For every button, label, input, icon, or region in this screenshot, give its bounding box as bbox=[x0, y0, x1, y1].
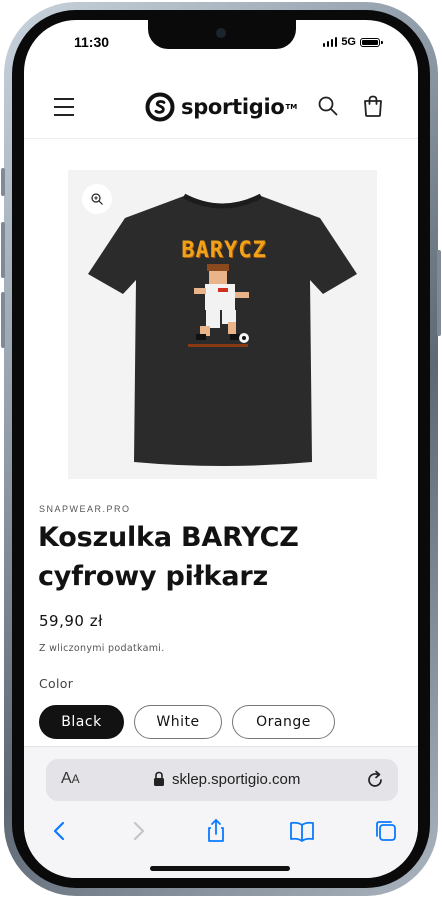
volume-down-button bbox=[1, 292, 5, 348]
camera-icon bbox=[216, 28, 226, 38]
home-indicator[interactable] bbox=[150, 866, 290, 871]
reload-icon[interactable] bbox=[364, 769, 386, 791]
bookmarks-icon[interactable] bbox=[288, 817, 316, 845]
power-button bbox=[437, 250, 441, 336]
lock-icon bbox=[154, 771, 164, 786]
product-vendor: SNAPWEAR.PRO bbox=[39, 504, 131, 514]
logo-trademark: TM bbox=[285, 103, 298, 111]
page-settings-button[interactable]: AA bbox=[61, 770, 80, 788]
color-option-black[interactable]: Black bbox=[39, 705, 124, 739]
site-logo[interactable]: sportigio TM bbox=[145, 92, 297, 122]
battery-icon bbox=[360, 37, 383, 47]
menu-icon[interactable] bbox=[54, 98, 74, 116]
tax-note: Z wliczonymi podatkami. bbox=[39, 643, 165, 654]
notch bbox=[148, 20, 296, 49]
logo-text: sportigio bbox=[181, 95, 285, 119]
color-option-white[interactable]: White bbox=[134, 705, 222, 739]
zoom-button[interactable] bbox=[82, 184, 112, 214]
address-bar[interactable]: AA sklep.sportigio.com bbox=[46, 759, 398, 801]
color-option-label: Color bbox=[39, 676, 74, 691]
tabs-icon[interactable] bbox=[372, 817, 400, 845]
network-type: 5G bbox=[341, 36, 356, 48]
tshirt-image bbox=[88, 193, 357, 466]
forward-icon[interactable] bbox=[124, 817, 152, 845]
volume-up-button bbox=[1, 222, 5, 278]
url-text: sklep.sportigio.com bbox=[172, 771, 301, 788]
search-icon[interactable] bbox=[316, 94, 340, 118]
browser-chrome: AA sklep.sportigio.com bbox=[24, 746, 418, 878]
logo-mark-icon bbox=[145, 92, 175, 122]
screen: 11:30 5G sportigio TM BARYCZ SNAPWEAR.PR… bbox=[24, 20, 418, 878]
color-option-orange[interactable]: Orange bbox=[232, 705, 335, 739]
product-price: 59,90 zł bbox=[39, 612, 103, 630]
status-time: 11:30 bbox=[74, 34, 110, 50]
product-title: Koszulka BARYCZ cyfrowy piłkarz bbox=[38, 522, 299, 592]
browser-toolbar bbox=[24, 813, 418, 847]
color-options: Black White Orange bbox=[39, 705, 335, 739]
zoom-icon bbox=[91, 193, 103, 205]
mute-switch bbox=[1, 168, 5, 196]
shirt-print-text: BARYCZ bbox=[181, 238, 267, 263]
signal-icon bbox=[322, 37, 338, 47]
site-header: sportigio TM bbox=[24, 80, 418, 139]
back-icon[interactable] bbox=[46, 817, 74, 845]
product-image[interactable]: BARYCZ bbox=[68, 170, 377, 479]
status-indicators: 5G bbox=[322, 36, 383, 48]
cart-icon[interactable] bbox=[360, 93, 386, 119]
share-icon[interactable] bbox=[202, 817, 230, 845]
